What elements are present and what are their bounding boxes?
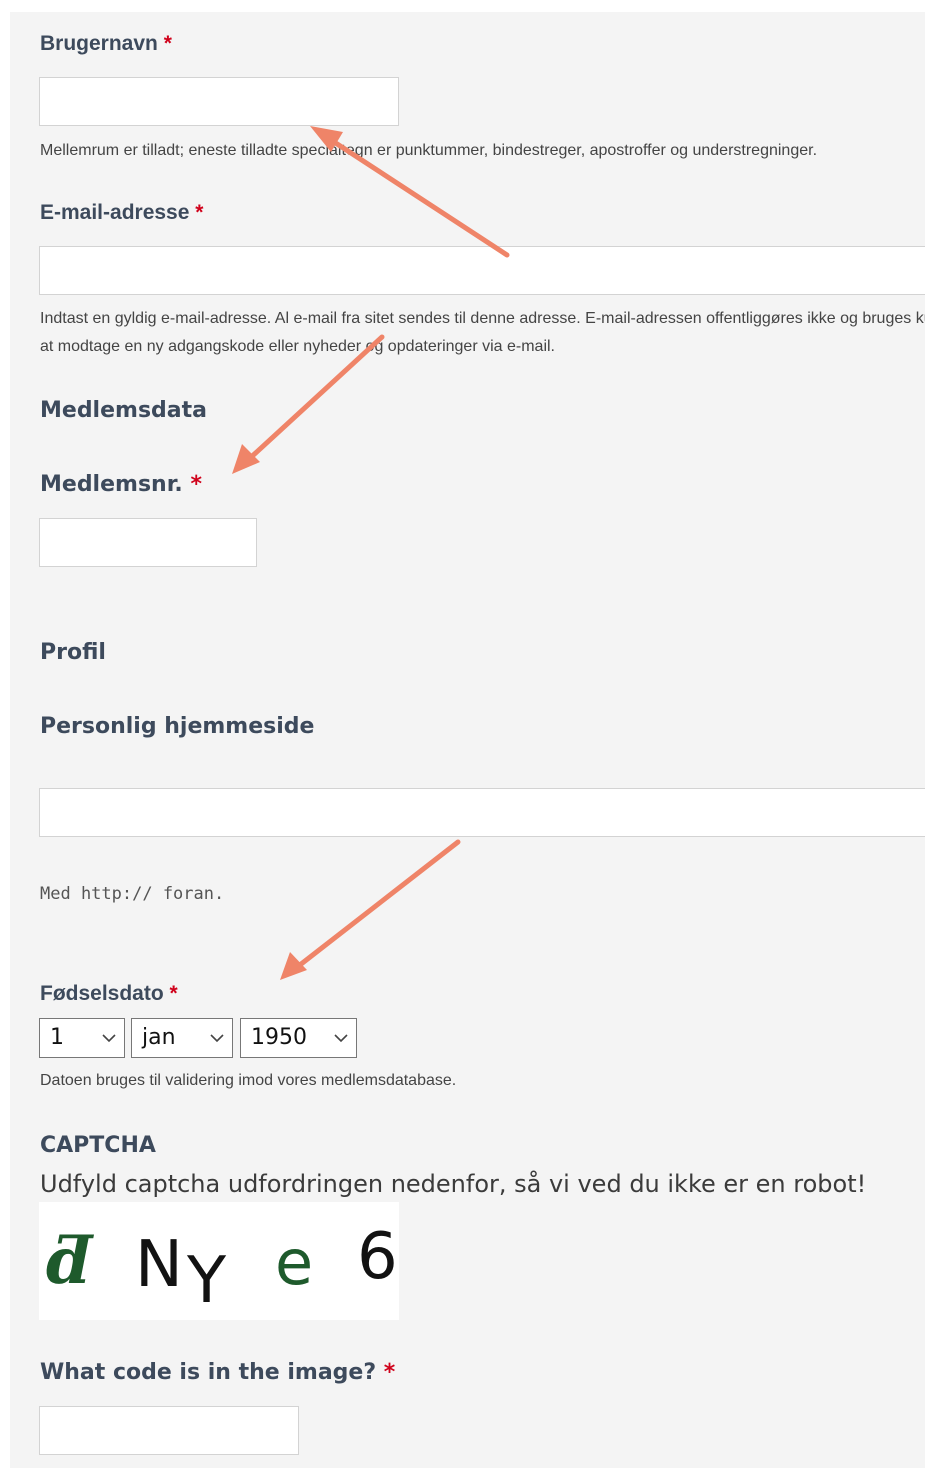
email-label: E-mail-adresse * <box>40 201 203 225</box>
email-label-text: E-mail-adresse <box>40 201 190 224</box>
username-label: Brugernavn * <box>40 32 172 56</box>
captcha-char: ƌ <box>47 1224 92 1299</box>
email-help-line2: at modtage en ny adgangskode eller nyhed… <box>40 338 555 355</box>
member-section-title: Medlemsdata <box>40 398 207 423</box>
email-input[interactable] <box>39 246 925 295</box>
captcha-title: CAPTCHA <box>40 1133 156 1158</box>
required-marker: * <box>163 32 172 55</box>
captcha-char: 6 <box>357 1220 398 1294</box>
captcha-instruction: Udfyld captcha udfordringen nedenfor, så… <box>40 1170 867 1198</box>
profile-section-title: Profil <box>40 640 106 665</box>
username-help: Mellemrum er tilladt; eneste tilladte sp… <box>40 142 818 159</box>
username-label-text: Brugernavn <box>40 32 158 55</box>
captcha-question-label: What code is in the image? * <box>40 1360 395 1385</box>
birthdate-help: Datoen bruges til validering imod vores … <box>40 1072 457 1089</box>
captcha-answer-input[interactable] <box>39 1406 299 1455</box>
homepage-help: Med http:// foran. <box>40 884 225 904</box>
birth-day-value: 1 <box>50 1025 64 1050</box>
birthdate-label-text: Fødselsdato <box>40 982 164 1005</box>
member-no-input[interactable] <box>39 518 257 567</box>
captcha-image: ƌ N Y e 6 <box>39 1202 399 1320</box>
captcha-char: N <box>135 1228 183 1302</box>
member-no-label-text: Medlemsnr. <box>40 472 183 497</box>
homepage-label: Personlig hjemmeside <box>40 714 315 739</box>
birth-month-value: jan <box>142 1025 176 1050</box>
birth-month-select[interactable]: jan <box>131 1018 233 1058</box>
username-input[interactable] <box>39 77 399 126</box>
member-no-label: Medlemsnr. * <box>40 472 202 497</box>
chevron-down-icon <box>334 1034 348 1043</box>
birth-day-select[interactable]: 1 <box>39 1018 125 1058</box>
captcha-char: Y <box>187 1244 227 1318</box>
birthdate-label: Fødselsdato * <box>40 982 178 1006</box>
required-marker: * <box>169 982 178 1005</box>
chevron-down-icon <box>102 1034 116 1043</box>
captcha-char: e <box>275 1226 314 1299</box>
birth-year-select[interactable]: 1950 <box>240 1018 357 1058</box>
homepage-input[interactable] <box>39 788 925 837</box>
captcha-question-text: What code is in the image? <box>40 1360 377 1385</box>
birth-year-value: 1950 <box>251 1025 307 1050</box>
chevron-down-icon <box>210 1034 224 1043</box>
required-marker: * <box>383 1360 396 1385</box>
required-marker: * <box>195 201 204 224</box>
required-marker: * <box>190 472 202 497</box>
email-help-line1: Indtast en gyldig e-mail-adresse. Al e-m… <box>40 310 925 327</box>
